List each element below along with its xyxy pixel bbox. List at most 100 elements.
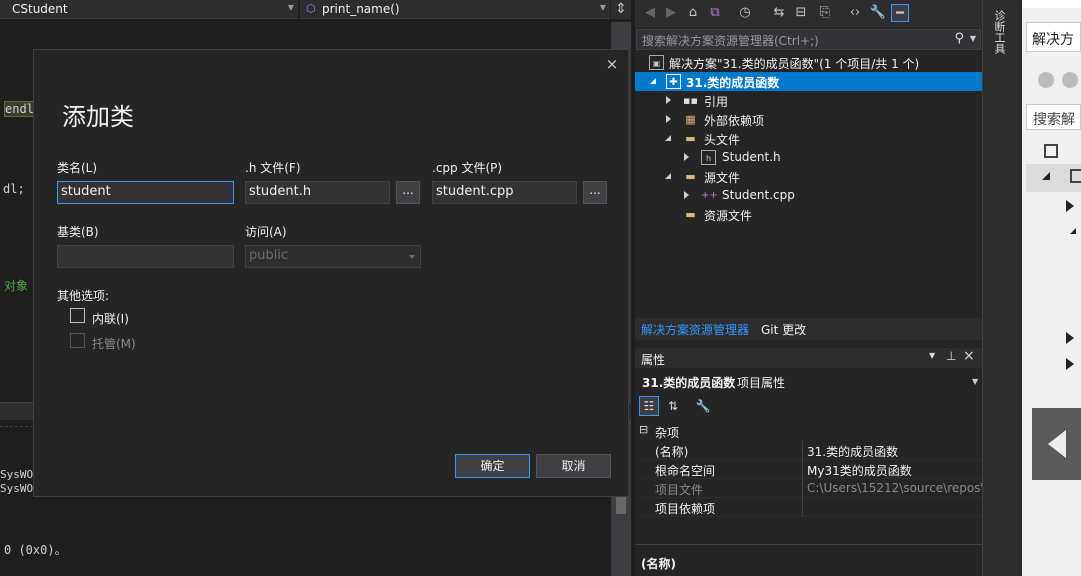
tree-label: 引用 bbox=[704, 95, 729, 109]
method-icon: ⬡ bbox=[306, 2, 316, 15]
properties-wrench-icon[interactable]: 🔧 bbox=[869, 4, 887, 22]
tab-git-changes[interactable]: Git 更改 bbox=[761, 321, 806, 338]
search-icon[interactable]: ⚲ bbox=[954, 31, 964, 46]
tree-label: 外部依赖项 bbox=[704, 114, 765, 128]
project-icon bbox=[1070, 169, 1081, 183]
access-label: 访问(A) bbox=[245, 225, 287, 239]
chevron-down-icon[interactable]: ▼ bbox=[970, 34, 976, 43]
property-value[interactable]: 31.类的成员函数 bbox=[807, 443, 982, 460]
cppfile-input[interactable]: student.cpp bbox=[432, 181, 577, 204]
back-icon[interactable] bbox=[1038, 72, 1054, 88]
class-dropdown[interactable]: CStudent ▼ bbox=[0, 0, 298, 19]
home-icon[interactable]: ⌂ bbox=[684, 4, 702, 22]
forward-icon[interactable] bbox=[1062, 72, 1078, 88]
collapsed-arrow-icon[interactable] bbox=[1066, 358, 1074, 370]
collapse-panel-button[interactable] bbox=[1032, 408, 1081, 480]
tree-item-student-cpp[interactable]: ++ Student.cpp bbox=[635, 186, 982, 205]
expanded-arrow-icon[interactable] bbox=[665, 135, 671, 141]
property-row[interactable]: 根命名空间 My31类的成员函数 bbox=[635, 460, 982, 479]
tree-item-resource-files[interactable]: ▬ 资源文件 bbox=[635, 205, 982, 224]
solution-search-input[interactable]: 搜索解决方案资源管理器(Ctrl+;) ⚲ ▼ bbox=[636, 29, 981, 50]
collapse-all-icon[interactable]: ⊟ bbox=[792, 4, 810, 22]
properties-object-selector[interactable]: 31.类的成员函数 项目属性 ▼ bbox=[635, 371, 982, 391]
object-type: 项目属性 bbox=[737, 376, 786, 390]
tree-item-solution[interactable]: ▣ 解决方案"31.类的成员函数"(1 个项目/共 1 个) bbox=[635, 53, 982, 72]
cancel-button[interactable]: 取消 bbox=[536, 454, 611, 478]
code-comment: 对象 bbox=[4, 279, 29, 293]
solution-icon bbox=[1044, 144, 1058, 158]
tree-item-project[interactable]: ✚ 31.类的成员函数 bbox=[635, 72, 982, 91]
properties-title: 属性 bbox=[641, 353, 666, 367]
tree-item-student-h[interactable]: h Student.h bbox=[635, 148, 982, 167]
tree-label: Student.cpp bbox=[722, 188, 795, 202]
baseclass-input[interactable] bbox=[57, 245, 234, 268]
expanded-arrow-icon[interactable] bbox=[650, 78, 656, 84]
split-editor-icon[interactable]: ⇕ bbox=[611, 0, 631, 19]
chevron-down-icon[interactable]: ▼ bbox=[929, 351, 935, 360]
chevron-left-icon bbox=[1048, 430, 1066, 458]
collapsed-arrow-icon[interactable] bbox=[684, 191, 689, 199]
chevron-down-icon: ▼ bbox=[972, 377, 979, 386]
show-all-files-icon[interactable]: ⎘ bbox=[816, 4, 834, 22]
expanded-arrow-icon[interactable] bbox=[665, 173, 671, 179]
collapsed-arrow-icon[interactable] bbox=[684, 153, 689, 161]
close-icon[interactable]: × bbox=[604, 56, 620, 72]
cppfile-browse-button[interactable]: ... bbox=[583, 181, 607, 204]
solution-toolbar: ◀ ▶ ⌂ ⧉ ◷ ⇆ ⊟ ⎘ ‹› 🔧 ━ bbox=[635, 0, 982, 28]
external-deps-icon: ▦ bbox=[685, 113, 696, 126]
classname-input[interactable]: student bbox=[57, 181, 234, 204]
inline-checkbox[interactable] bbox=[70, 308, 85, 323]
header-file-icon: h bbox=[701, 150, 716, 165]
tree-label: 资源文件 bbox=[704, 209, 753, 223]
ok-button[interactable]: 确定 bbox=[455, 454, 530, 478]
tree-item-references[interactable]: ▪▪ 引用 bbox=[635, 91, 982, 110]
switch-view-icon[interactable]: ⧉ bbox=[706, 4, 724, 22]
expanded-arrow-icon[interactable] bbox=[1070, 228, 1076, 234]
access-select-value: public bbox=[249, 248, 289, 263]
property-value[interactable]: My31类的成员函数 bbox=[807, 462, 982, 479]
hfile-browse-button[interactable]: ... bbox=[396, 181, 420, 204]
tree-label: 源文件 bbox=[704, 171, 741, 185]
preview-icon[interactable]: ━ bbox=[891, 4, 909, 22]
properties-header: 属性 ▼ ⊥ × bbox=[635, 348, 982, 368]
forward-icon[interactable]: ▶ bbox=[662, 4, 680, 22]
pin-icon[interactable]: ⊥ bbox=[946, 349, 956, 363]
property-key: (名称) bbox=[655, 445, 689, 459]
property-row[interactable]: 项目文件 C:\Users\15212\source\repos\ bbox=[635, 479, 982, 498]
classname-label: 类名(L) bbox=[57, 161, 98, 175]
collapsed-arrow-icon[interactable] bbox=[1066, 200, 1074, 212]
search-input[interactable]: 搜索解 bbox=[1026, 104, 1081, 130]
tree-item-external-deps[interactable]: ▦ 外部依赖项 bbox=[635, 110, 982, 129]
tree-label: 解决方案"31.类的成员函数"(1 个项目/共 1 个) bbox=[669, 57, 920, 71]
hfile-input[interactable]: student.h bbox=[245, 181, 390, 204]
property-row[interactable]: (名称) 31.类的成员函数 bbox=[635, 441, 982, 460]
property-value[interactable]: C:\Users\15212\source\repos\ bbox=[807, 481, 982, 495]
back-icon[interactable]: ◀ bbox=[641, 4, 659, 22]
alphabetical-icon[interactable]: ⇅ bbox=[663, 396, 683, 416]
close-icon[interactable]: × bbox=[963, 348, 975, 364]
class-dropdown-label: CStudent bbox=[12, 2, 68, 16]
pending-changes-icon[interactable]: ◷ bbox=[736, 4, 754, 22]
view-code-icon[interactable]: ‹› bbox=[846, 4, 864, 22]
tree-item-project[interactable] bbox=[1026, 164, 1081, 192]
collapse-icon[interactable]: ⊟ bbox=[639, 423, 648, 436]
collapsed-arrow-icon[interactable] bbox=[666, 115, 671, 123]
tab-solution-explorer[interactable]: 解决方案资源管理器 bbox=[641, 321, 749, 338]
chevron-down-icon: ▼ bbox=[287, 3, 294, 12]
tab-diagnostic-tools[interactable]: 诊断工具 bbox=[992, 10, 1006, 54]
search-placeholder: 搜索解决方案资源管理器(Ctrl+;) bbox=[642, 34, 819, 48]
categorized-icon[interactable]: ☷ bbox=[639, 396, 659, 416]
code-fragment: dl; bbox=[3, 182, 25, 196]
property-row[interactable]: 项目依赖项 bbox=[635, 498, 982, 517]
member-dropdown[interactable]: ⬡ print_name() ▼ bbox=[300, 0, 610, 19]
tree-item-header-files[interactable]: ▬ 头文件 bbox=[635, 129, 982, 148]
collapsed-arrow-icon[interactable] bbox=[666, 96, 671, 104]
tree-item-source-files[interactable]: ▬ 源文件 bbox=[635, 167, 982, 186]
sync-icon[interactable]: ⇆ bbox=[770, 4, 788, 22]
background-window: 解决方 搜索解 bbox=[1018, 0, 1081, 576]
category-misc[interactable]: ⊟ 杂项 bbox=[635, 422, 982, 441]
property-pages-icon[interactable]: 🔧 bbox=[693, 396, 713, 416]
collapsed-arrow-icon[interactable] bbox=[1066, 332, 1074, 344]
property-key: 项目文件 bbox=[655, 483, 704, 497]
project-icon: ✚ bbox=[666, 74, 681, 89]
